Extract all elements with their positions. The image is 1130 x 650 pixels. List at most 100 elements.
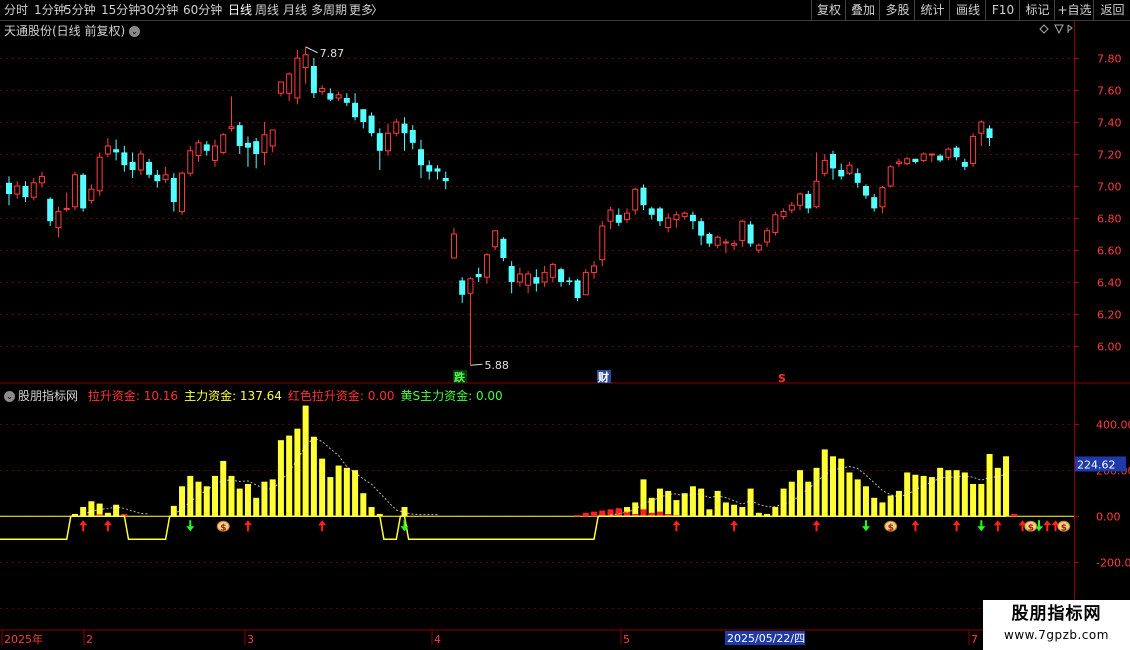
candle-body-up <box>137 153 144 171</box>
candle-body-down <box>838 170 845 177</box>
toolbar-button-3[interactable]: 统计 <box>914 0 950 20</box>
candle-body-up <box>920 153 927 161</box>
period-tab-0[interactable]: 分时 <box>4 2 28 18</box>
candle-body-down <box>352 102 359 118</box>
indicator-name[interactable]: 股朋指标网 <box>18 389 78 403</box>
main-force-bar <box>994 467 1001 517</box>
candle-body-up <box>632 188 639 211</box>
main-force-bar <box>294 428 301 517</box>
period-tab-4[interactable]: 30分钟 <box>139 2 178 18</box>
up-arrow-icon <box>812 520 821 532</box>
candle-body-up <box>665 217 672 229</box>
watermark: 股朋指标网 www.7gpzb.com <box>983 600 1130 650</box>
period-tab-5[interactable]: 60分钟 <box>183 2 222 18</box>
chevron-down-icon[interactable]: ⌄ <box>4 391 15 402</box>
high-price-label: 7.87 <box>320 47 345 60</box>
price-tick-label: 7.20 <box>1097 149 1122 162</box>
price-tick-label: 6.20 <box>1097 309 1122 322</box>
main-force-bar <box>862 486 869 517</box>
candle-body-up <box>887 166 894 187</box>
candle-body-up <box>71 174 78 208</box>
candle-body-up <box>220 134 227 153</box>
main-force-bar <box>360 493 367 517</box>
main-force-bar <box>698 488 705 517</box>
indicator-title-bar: ⌄ 股朋指标网 拉升资金: 10.16 主力资金: 137.64 红色拉升资金: 0.… <box>4 387 503 404</box>
candle-body-up <box>228 126 235 129</box>
main-force-bar <box>327 477 334 517</box>
marker-s: S <box>778 372 786 385</box>
toolbar-button-7[interactable]: +自选 <box>1054 0 1094 20</box>
candle-body-down <box>253 141 260 154</box>
candle-body-up <box>895 161 902 165</box>
main-force-bar <box>689 486 696 517</box>
candle-body-up <box>780 211 787 217</box>
price-tick-label: 6.00 <box>1097 341 1122 354</box>
lift-bar <box>574 515 581 517</box>
period-tab-8[interactable]: 月线 <box>283 2 307 18</box>
candle-body-down <box>409 130 416 143</box>
period-tab-9[interactable]: 多周期 <box>311 2 347 18</box>
candle-body-down <box>459 280 466 295</box>
price-tick-label: 6.60 <box>1097 245 1122 258</box>
candle-body-down <box>236 125 243 146</box>
main-force-bar <box>731 504 738 517</box>
candle-body-down <box>986 128 993 138</box>
candle-body-up <box>731 243 738 246</box>
candle-body-up <box>38 175 45 184</box>
toolbar-button-1[interactable]: 叠加 <box>845 0 880 20</box>
more-arrow-icon[interactable]: 〉 <box>371 2 383 18</box>
candle-body-down <box>47 198 54 222</box>
main-force-bar <box>343 467 350 517</box>
period-tab-10[interactable]: 更多 <box>349 2 373 18</box>
toolbar-button-4[interactable]: 画线 <box>949 0 986 20</box>
candle-body-up <box>788 204 795 211</box>
candle-body-up <box>261 134 268 153</box>
candle-body-up <box>607 209 614 222</box>
candle-body-up <box>294 57 301 99</box>
candle-body-down <box>22 186 29 198</box>
chevron-down-icon[interactable]: ⌄ <box>129 26 141 37</box>
high-pointer <box>305 46 318 54</box>
toolbar-button-6[interactable]: 标记 <box>1019 0 1055 20</box>
period-tab-2[interactable]: 5分钟 <box>64 2 96 18</box>
candle-body-up <box>739 220 746 241</box>
main-force-bar <box>854 479 861 517</box>
main-force-bar <box>195 481 202 517</box>
candle-body-down <box>937 155 944 161</box>
candle-body-up <box>319 87 326 93</box>
period-tab-1[interactable]: 1分钟 <box>34 2 66 18</box>
candle-body-down <box>343 98 350 103</box>
candle-body-down <box>508 266 515 282</box>
candle-body-down <box>648 208 655 215</box>
toolbar-button-0[interactable]: 复权 <box>811 0 846 20</box>
candle-body-up <box>88 188 95 201</box>
stock-title-bar: 天通股份(日线 前复权) ⌄ <box>4 22 143 39</box>
up-arrow-icon <box>79 520 88 532</box>
toolbar-button-2[interactable]: 多股 <box>879 0 915 20</box>
candle-body-down <box>706 234 713 244</box>
stock-title[interactable]: 天通股份(日线 前复权) <box>4 24 125 38</box>
candle-body-up <box>978 121 985 134</box>
candle-body-down <box>129 162 136 170</box>
period-tab-6[interactable]: 日线 <box>228 2 252 18</box>
main-force-bar <box>714 490 721 517</box>
candle-body-up <box>772 214 779 233</box>
candle-body-up <box>277 81 284 94</box>
main-force-bar <box>203 486 210 517</box>
date-label: 5 <box>623 633 630 646</box>
toolbar-button-8[interactable]: 返回 <box>1093 0 1130 20</box>
candle-body-down <box>533 277 540 284</box>
toolbar-button-5[interactable]: F10 <box>985 0 1020 20</box>
candle-body-up <box>714 236 721 246</box>
candle-body-down <box>376 133 383 151</box>
candle-body-down <box>805 194 812 209</box>
triangle-icon <box>1054 24 1064 35</box>
main-force-bar <box>920 475 927 517</box>
chart-canvas[interactable]: $ $ $ $ 7.80 7.60 7.40 7.20 7.00 6.80 6.60 6.40 6.2… <box>0 0 1130 650</box>
period-tab-7[interactable]: 周线 <box>255 2 279 18</box>
period-tab-3[interactable]: 15分钟 <box>101 2 140 18</box>
date-cursor-label: 2025/05/22/四 <box>727 632 805 645</box>
candle-body-up <box>797 193 804 206</box>
main-force-bar <box>228 475 235 517</box>
candle-body-down <box>426 165 433 172</box>
